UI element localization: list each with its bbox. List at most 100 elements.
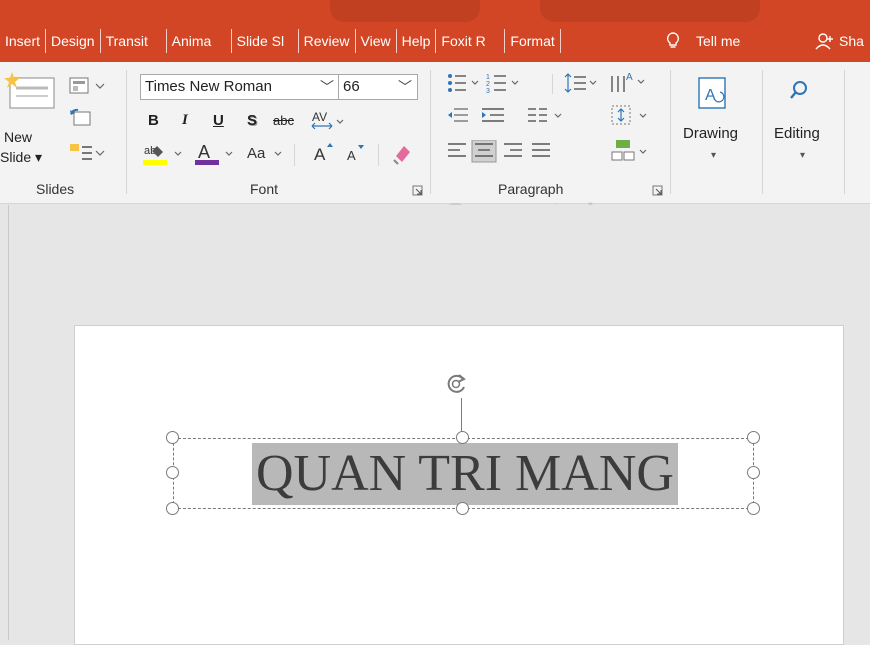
indent-icons[interactable] <box>446 106 508 126</box>
tab-slide-show[interactable]: Slide Sl <box>232 29 299 53</box>
slides-group-label: Slides <box>36 181 75 197</box>
editing-button[interactable]: Editing ▾ <box>770 70 840 180</box>
align-text-icon[interactable] <box>610 104 652 128</box>
align-right-icon <box>504 143 522 157</box>
align-left-icon <box>448 143 466 157</box>
svg-text:AV: AV <box>312 110 327 124</box>
tab-design[interactable]: Design <box>46 29 101 53</box>
underline-icon[interactable]: U <box>213 112 224 129</box>
resize-handle-top-left[interactable] <box>166 431 179 444</box>
ribbon: New Slide ▾ Slides Times New Roman ﹀ 66 … <box>0 62 870 243</box>
section-icon[interactable] <box>68 142 106 164</box>
person-add-icon <box>815 33 833 50</box>
ribbon-tab-bar: Insert Design Transit Anima Slide Sl Rev… <box>0 0 870 62</box>
font-name-combo[interactable]: Times New Roman ﹀ <box>140 74 340 100</box>
drawing-label: Drawing <box>683 125 739 142</box>
text-direction-icon[interactable]: A <box>608 70 652 94</box>
bold-icon[interactable]: B <box>148 112 159 129</box>
svg-text:2: 2 <box>486 81 490 88</box>
rotate-handle-icon[interactable] <box>444 371 468 397</box>
align-center-icon <box>471 140 497 163</box>
title-bar-decoration <box>540 0 760 22</box>
tab-review[interactable]: Review <box>299 29 356 53</box>
chevron-down-icon: ▾ <box>711 150 717 161</box>
editing-label: Editing <box>774 125 820 142</box>
new-slide-label-line1[interactable]: New <box>4 129 32 145</box>
slide-canvas[interactable]: QUAN TRI MANG <box>74 325 844 645</box>
tab-help[interactable]: Help <box>397 29 437 53</box>
line-spacing-icon[interactable] <box>564 72 600 94</box>
chevron-down-icon: ▾ <box>800 150 806 161</box>
svg-text:1: 1 <box>486 74 490 81</box>
new-slide-label-line2: Slide <box>0 149 32 165</box>
thumbnail-pane-edge <box>8 205 9 640</box>
tab-foxit-reader[interactable]: Foxit R <box>436 29 506 53</box>
tab-insert[interactable]: Insert <box>0 29 47 53</box>
font-size-value: 66 <box>343 78 360 95</box>
svg-text:A: A <box>314 145 326 164</box>
tab-format[interactable]: Format <box>505 29 561 53</box>
new-slide-button[interactable]: Slide ▾ <box>0 149 42 166</box>
svg-text:A: A <box>198 142 210 162</box>
resize-handle-left[interactable] <box>166 466 179 479</box>
increase-font-size-icon[interactable]: A <box>312 140 336 164</box>
numbering-icon[interactable]: 123 <box>486 72 522 94</box>
group-divider <box>670 70 671 194</box>
dialog-launcher-icon[interactable] <box>412 185 424 197</box>
smartart-icon[interactable] <box>610 138 652 164</box>
font-size-combo[interactable]: 66 ﹀ <box>338 74 418 100</box>
justify-icon <box>532 143 550 157</box>
strikethrough-icon[interactable]: abc <box>273 113 294 128</box>
group-divider <box>762 70 763 194</box>
decrease-font-size-icon[interactable]: A <box>345 142 367 164</box>
title-bar-decoration <box>330 0 480 22</box>
group-divider <box>126 70 127 194</box>
divider <box>378 144 379 166</box>
tab-view[interactable]: View <box>356 29 397 53</box>
font-color-icon[interactable]: A <box>195 142 239 166</box>
chevron-down-icon[interactable]: ﹀ <box>320 75 334 99</box>
tell-me-label: Tell me <box>696 33 741 49</box>
tab-animations[interactable]: Anima <box>167 29 232 53</box>
decrease-indent-icon <box>448 108 468 122</box>
tell-me-box[interactable]: Tell me <box>666 29 740 53</box>
highlight-color-icon[interactable]: ab <box>143 142 189 166</box>
reset-icon[interactable] <box>68 108 94 128</box>
svg-text:A: A <box>626 72 633 83</box>
group-divider <box>430 70 431 194</box>
shapes-icon: A <box>698 77 726 109</box>
divider <box>294 144 295 166</box>
slide-title-text[interactable]: QUAN TRI MANG <box>252 443 678 505</box>
alignment-buttons[interactable] <box>446 140 556 164</box>
resize-handle-bottom-right[interactable] <box>747 502 760 515</box>
columns-icon[interactable] <box>526 106 566 126</box>
character-spacing-icon[interactable]: AV <box>310 110 346 132</box>
chevron-down-icon[interactable]: ﹀ <box>398 75 412 99</box>
font-group-label: Font <box>250 181 279 197</box>
change-case-icon[interactable]: Aa <box>245 142 289 166</box>
new-slide-icon[interactable] <box>4 70 56 110</box>
svg-text:A: A <box>347 148 356 163</box>
share-label: Sha <box>839 33 864 49</box>
clear-formatting-icon[interactable] <box>390 142 414 166</box>
share-button[interactable]: Sha <box>815 29 864 53</box>
resize-handle-bottom[interactable] <box>456 502 469 515</box>
group-divider <box>844 70 845 194</box>
italic-icon[interactable]: I <box>182 112 188 129</box>
svg-text:A: A <box>705 87 716 104</box>
drawing-button[interactable]: A Drawing ▾ <box>680 70 756 180</box>
divider <box>552 74 553 94</box>
resize-handle-bottom-left[interactable] <box>166 502 179 515</box>
slide-workspace: QUAN TRI MANG <box>0 205 870 645</box>
bullets-icon[interactable] <box>446 72 482 94</box>
title-textbox[interactable]: QUAN TRI MANG <box>173 438 754 509</box>
shadow-icon[interactable]: S <box>247 112 257 129</box>
layout-icon[interactable] <box>68 76 106 96</box>
tab-transitions[interactable]: Transit <box>101 29 167 53</box>
find-icon <box>790 81 807 99</box>
dialog-launcher-icon[interactable] <box>652 185 664 197</box>
svg-text:Aa: Aa <box>247 145 266 162</box>
resize-handle-top-right[interactable] <box>747 431 760 444</box>
resize-handle-top[interactable] <box>456 431 469 444</box>
resize-handle-right[interactable] <box>747 466 760 479</box>
